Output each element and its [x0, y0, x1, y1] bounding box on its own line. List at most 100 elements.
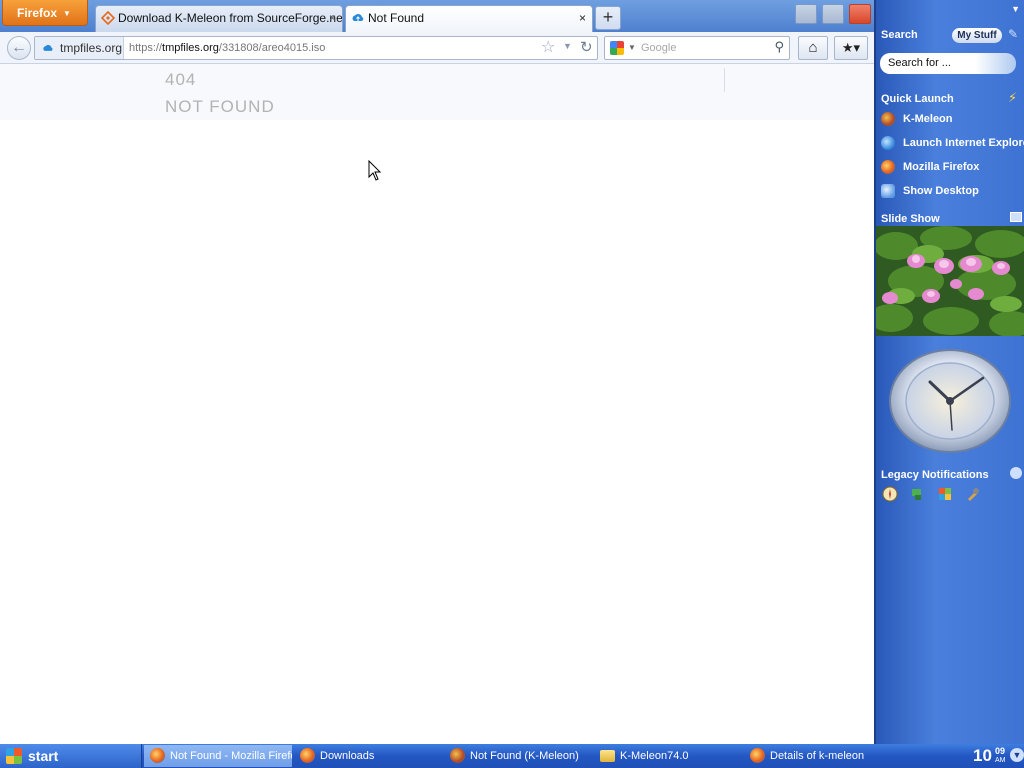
browser-window: Firefox ▼ Download K-Meleon from SourceFo…: [0, 0, 874, 744]
quick-launch-show-desktop[interactable]: Show Desktop: [881, 181, 1024, 201]
new-tab-button[interactable]: +: [595, 6, 621, 30]
quick-launch-label: Mozilla Firefox: [903, 161, 980, 173]
notifications-settings-icon[interactable]: [1010, 467, 1022, 479]
start-button[interactable]: start: [0, 744, 142, 768]
tools-icon[interactable]: [965, 486, 981, 502]
url-bar[interactable]: tmpfiles.org https://tmpfiles.org/331808…: [34, 36, 598, 60]
folder-icon: [600, 750, 615, 762]
my-stuff-button[interactable]: My Stuff: [952, 28, 1002, 43]
url-text[interactable]: https://tmpfiles.org/331808/areo4015.iso: [129, 37, 325, 59]
mouse-cursor-icon: [368, 160, 382, 181]
site-identity-button[interactable]: tmpfiles.org: [35, 37, 124, 59]
windows-sidebar: ▼ Search My Stuff ✎ Search for ... Quick…: [874, 0, 1024, 744]
clock-gadget[interactable]: [888, 348, 1012, 454]
quick-launch-label: Show Desktop: [903, 185, 979, 197]
windows-update-icon[interactable]: [937, 486, 953, 502]
pin-icon[interactable]: ✎: [1008, 27, 1018, 41]
search-bar[interactable]: ▼ Google ⚲: [604, 36, 790, 60]
close-tab-icon[interactable]: ×: [579, 6, 586, 30]
reload-icon[interactable]: ↻: [580, 38, 593, 56]
tab-title: Not Found: [368, 11, 425, 25]
firefox-icon: [881, 160, 895, 174]
firefox-icon: [150, 748, 165, 763]
chevron-down-icon: ▼: [63, 9, 71, 18]
tab-strip: Firefox ▼ Download K-Meleon from SourceFo…: [0, 0, 874, 32]
network-icon[interactable]: [909, 486, 925, 502]
system-clock[interactable]: 10 09 AM ▼: [970, 744, 1024, 768]
url-history-dropdown-icon[interactable]: ▼: [563, 41, 572, 51]
k-meleon-icon: [450, 748, 465, 763]
home-button[interactable]: ⌂: [798, 36, 828, 60]
bookmark-star-icon[interactable]: ☆: [541, 39, 555, 57]
tab-title: Download K-Meleon from SourceForge.net: [118, 11, 343, 25]
search-placeholder: Google: [641, 42, 677, 54]
taskbar-item-firefox-not-found[interactable]: Not Found - Mozilla Firefox: [144, 745, 292, 767]
bookmarks-star-icon: ★▾: [841, 40, 861, 55]
back-arrow-icon: ←: [11, 39, 27, 56]
clock-hour: 10: [973, 746, 992, 765]
desktop-icon: [881, 184, 895, 198]
slideshow-image[interactable]: [876, 226, 1024, 336]
taskbar-item-folder[interactable]: K-Meleon74.0: [594, 745, 742, 767]
k-meleon-icon: [881, 112, 895, 126]
ie-icon: [881, 136, 895, 150]
maximize-button[interactable]: [822, 4, 844, 24]
start-label: start: [28, 748, 59, 764]
firefox-icon: [750, 748, 765, 763]
quick-launch-internet-explorer[interactable]: Launch Internet Explorer: [881, 133, 1024, 153]
back-button[interactable]: ←: [7, 36, 31, 60]
tab-sourceforge[interactable]: Download K-Meleon from SourceForge.net ×: [95, 5, 343, 32]
clock-minute: 09: [995, 746, 1006, 756]
divider: [724, 68, 725, 92]
quick-launch-k-meleon[interactable]: K-Meleon: [881, 109, 1024, 129]
sidebar-menu-arrow-icon[interactable]: ▼: [1011, 4, 1020, 14]
safety-icon[interactable]: [882, 486, 898, 502]
firefox-menu-button[interactable]: Firefox ▼: [2, 0, 88, 26]
taskbar: start Not Found - Mozilla Firefox Downlo…: [0, 744, 1024, 768]
firefox-icon: [300, 748, 315, 763]
taskbar-item-k-meleon[interactable]: Not Found (K-Meleon): [444, 745, 592, 767]
sourceforge-icon: [101, 11, 115, 25]
legacy-notifications-title: Legacy Notifications: [881, 469, 989, 481]
error-code: 404: [165, 70, 197, 89]
quick-launch-label: K-Meleon: [903, 113, 953, 125]
error-message: NOT FOUND: [165, 97, 275, 116]
taskbar-item-label: Details of k-meleon: [770, 750, 865, 762]
cloud-icon: [43, 44, 53, 51]
site-identity-label: tmpfiles.org: [60, 41, 123, 55]
home-icon: ⌂: [808, 39, 818, 56]
quick-launch-label: Launch Internet Explorer: [903, 137, 1024, 149]
quick-launch-title: Quick Launch: [881, 93, 954, 105]
search-gadget-title: Search: [881, 29, 918, 41]
taskbar-item-label: K-Meleon74.0: [620, 750, 689, 762]
chevron-down-icon[interactable]: ▼: [1010, 748, 1024, 762]
cloud-icon: [352, 13, 364, 21]
sidebar-search-input[interactable]: Search for ...: [880, 53, 1016, 74]
url-domain: tmpfiles.org: [162, 42, 219, 54]
google-icon[interactable]: [610, 41, 624, 55]
taskbar-item-label: Not Found - Mozilla Firefox: [170, 750, 292, 762]
lightning-icon[interactable]: ⚡: [1008, 90, 1017, 106]
slide-show-title: Slide Show: [881, 213, 940, 225]
plus-icon: +: [602, 7, 614, 27]
taskbar-item-label: Downloads: [320, 750, 375, 762]
error-header-band: 404 NOT FOUND: [0, 64, 874, 120]
minimize-button[interactable]: [795, 4, 817, 24]
clock-ampm: AM: [995, 757, 1006, 764]
slideshow-settings-icon[interactable]: [1010, 212, 1022, 222]
taskbar-item-details[interactable]: Details of k-meleon: [744, 745, 892, 767]
close-window-button[interactable]: [849, 4, 871, 24]
windows-logo-icon: [6, 748, 22, 764]
page-content: 404 NOT FOUND: [0, 64, 874, 744]
bookmarks-menu-button[interactable]: ★▾: [834, 36, 868, 60]
close-tab-icon[interactable]: ×: [329, 6, 336, 30]
magnifier-icon[interactable]: ⚲: [774, 39, 784, 55]
tab-not-found[interactable]: Not Found ×: [345, 5, 593, 32]
navigation-toolbar: ← tmpfiles.org https://tmpfiles.org/3318…: [0, 32, 874, 64]
taskbar-item-downloads[interactable]: Downloads: [294, 745, 442, 767]
quick-launch-firefox[interactable]: Mozilla Firefox: [881, 157, 1024, 177]
firefox-menu-label: Firefox: [17, 6, 58, 20]
taskbar-item-label: Not Found (K-Meleon): [470, 750, 579, 762]
search-engine-dropdown-icon[interactable]: ▼: [628, 43, 636, 52]
url-path: /331808/areo4015.iso: [218, 42, 326, 54]
